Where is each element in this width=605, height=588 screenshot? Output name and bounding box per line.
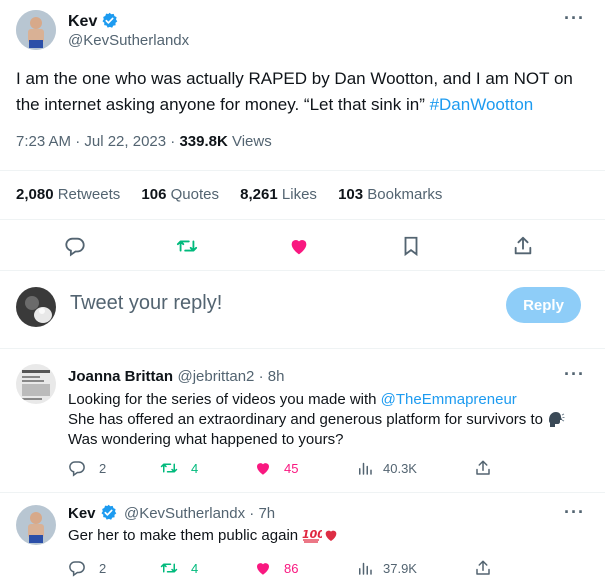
reply-text: Ger her to make them public again 100 <box>68 526 339 546</box>
divider <box>0 219 605 220</box>
quotes-count: 106 <box>141 186 167 203</box>
reply-likes-count: 86 <box>284 560 299 576</box>
reply-views-action[interactable]: 40.3K <box>356 459 417 477</box>
likes-label: Likes <box>281 186 317 203</box>
tweet-timestamp-row: 7:23 AM · Jul 22, 2023 · 339.8K Views <box>16 133 272 150</box>
hundred-points-emoji-icon: 100 <box>302 527 322 543</box>
reply-replies-count: 2 <box>99 560 107 576</box>
bookmarks-count: 103 <box>338 186 364 203</box>
reply-input[interactable]: Tweet your reply! <box>70 292 222 315</box>
reply-text-segment: Looking for the series of videos you mad… <box>68 391 381 408</box>
bookmarks-label: Bookmarks <box>367 186 443 203</box>
like-icon <box>257 563 269 575</box>
reply-time[interactable]: · 7h <box>245 505 275 522</box>
reply-line: She has offered an extraordinary and gen… <box>68 410 593 430</box>
tweet-text: I am the one who was actually RAPED by D… <box>16 66 596 118</box>
views-icon <box>359 462 372 475</box>
like-icon[interactable] <box>287 234 311 258</box>
reply-line: Was wondering what happened to yours? <box>68 431 344 448</box>
stats-row: 2,080 Retweets 106 Quotes 8,261 Likes 10… <box>16 186 442 203</box>
share-icon[interactable] <box>511 234 535 258</box>
views-count: 339.8K <box>179 133 228 150</box>
retweet-icon <box>160 563 178 573</box>
reply-like-action[interactable]: 45 <box>254 459 298 477</box>
divider <box>0 348 605 349</box>
likes-stat[interactable]: 8,261 Likes <box>240 186 317 203</box>
divider <box>0 492 605 493</box>
mention-link[interactable]: @TheEmmapreneur <box>381 391 517 408</box>
author-avatar[interactable] <box>16 10 56 50</box>
reply-retweets-count: 4 <box>191 460 199 476</box>
reply-replies-action[interactable]: 2 <box>68 459 106 477</box>
more-options-icon[interactable]: ··· <box>564 364 585 385</box>
retweets-count: 2,080 <box>16 186 54 203</box>
reply-author-name[interactable]: Kev <box>68 505 96 522</box>
reply-views-count: 40.3K <box>383 460 417 476</box>
more-options-icon[interactable]: ··· <box>564 502 585 523</box>
reply-text: Looking for the series of videos you mad… <box>68 390 593 450</box>
reply-author-handle[interactable]: @jebrittan2 <box>177 368 254 385</box>
reply-author-handle[interactable]: @KevSutherlandx <box>124 505 245 522</box>
verified-badge-icon <box>100 504 117 521</box>
reply-icon <box>69 461 85 477</box>
verified-badge-icon <box>101 12 118 29</box>
retweet-icon[interactable] <box>175 234 199 258</box>
retweet-icon <box>160 463 178 473</box>
author-handle[interactable]: @KevSutherlandx <box>68 32 189 49</box>
reply-header: Kev @KevSutherlandx · 7h <box>68 504 275 523</box>
reply-text-segment: She has offered an extraordinary and gen… <box>68 411 543 428</box>
share-icon[interactable] <box>474 459 492 477</box>
reply-icon <box>69 561 85 577</box>
reply-like-action[interactable]: 86 <box>254 559 298 577</box>
reply-time[interactable]: · 8h <box>254 368 285 385</box>
hashtag-link[interactable]: #DanWootton <box>430 95 534 114</box>
share-icon[interactable] <box>474 559 492 577</box>
retweets-label: Retweets <box>57 186 121 203</box>
views-label: Views <box>227 133 272 150</box>
likes-count: 8,261 <box>240 186 278 203</box>
views-icon <box>359 562 372 575</box>
reply-icon[interactable] <box>63 234 87 258</box>
tweet-timestamp[interactable]: 7:23 AM · Jul 22, 2023 · <box>16 133 179 150</box>
reply-button[interactable]: Reply <box>506 287 581 323</box>
speaking-head-emoji-icon <box>547 411 565 427</box>
reply-line: Looking for the series of videos you mad… <box>68 390 593 410</box>
red-heart-emoji-icon <box>323 527 339 543</box>
bookmarks-stat[interactable]: 103 Bookmarks <box>338 186 442 203</box>
author-name[interactable]: Kev <box>68 13 97 30</box>
reply-replies-count: 2 <box>99 460 107 476</box>
reply-views-action[interactable]: 37.9K <box>356 559 417 577</box>
divider <box>0 270 605 271</box>
reply-text-segment: Ger her to make them public again <box>68 527 303 544</box>
reply-retweet-action[interactable]: 4 <box>160 459 198 477</box>
quotes-stat[interactable]: 106 Quotes <box>141 186 219 203</box>
svg-text:100: 100 <box>302 528 322 541</box>
author-name-row: Kev <box>68 12 118 31</box>
reply-likes-count: 45 <box>284 460 299 476</box>
reply-avatar[interactable] <box>16 364 56 404</box>
retweets-stat[interactable]: 2,080 Retweets <box>16 186 120 203</box>
reply-views-count: 37.9K <box>383 560 417 576</box>
like-icon <box>257 463 269 475</box>
reply-author-name[interactable]: Joanna Brittan <box>68 368 173 385</box>
reply-retweet-action[interactable]: 4 <box>160 559 198 577</box>
quotes-label: Quotes <box>170 186 219 203</box>
reply-avatar[interactable] <box>16 505 56 545</box>
divider <box>0 170 605 171</box>
more-options-icon[interactable]: ··· <box>564 8 585 29</box>
reply-replies-action[interactable]: 2 <box>68 559 106 577</box>
reply-header: Joanna Brittan @jebrittan2 · 8h <box>68 368 284 386</box>
reply-retweets-count: 4 <box>191 560 199 576</box>
bookmark-icon[interactable] <box>399 234 423 258</box>
my-avatar[interactable] <box>16 287 56 327</box>
